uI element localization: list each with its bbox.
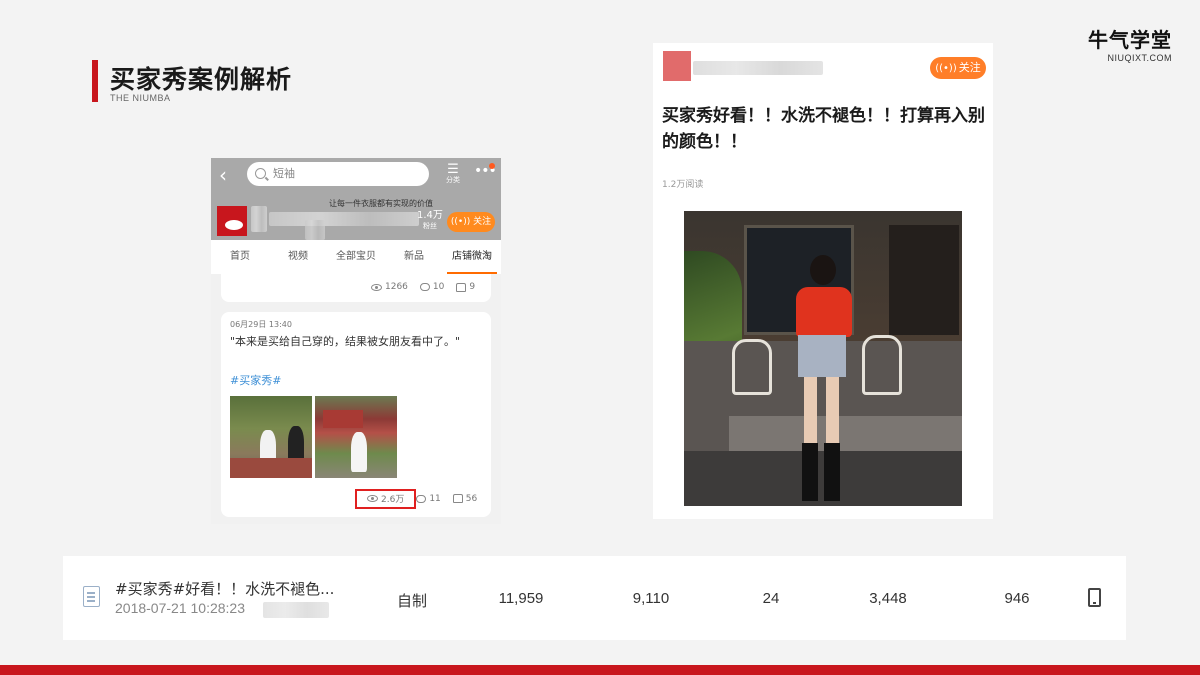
tab-shop-feed[interactable]: 店铺微淘 bbox=[443, 240, 501, 274]
search-placeholder: 短袖 bbox=[273, 167, 295, 180]
post-hashtag[interactable]: #买家秀# bbox=[230, 372, 281, 388]
tab-home[interactable]: 首页 bbox=[211, 240, 269, 274]
blurred-shop-badge bbox=[305, 220, 325, 240]
row-title[interactable]: #买家秀#好看！！水洗不褪色... bbox=[115, 578, 334, 599]
slide-subtitle: THE NIUMBA bbox=[110, 93, 171, 103]
comment-icon bbox=[416, 494, 427, 503]
author-avatar bbox=[663, 51, 691, 81]
back-arrow-icon[interactable]: ‹ bbox=[219, 164, 237, 186]
brand-name: 牛气学堂 bbox=[1088, 28, 1172, 52]
post-photo[interactable] bbox=[315, 396, 397, 478]
blurred-row-info bbox=[263, 602, 329, 618]
row-value-5: 946 bbox=[1004, 590, 1030, 607]
broadcast-icon: ((•)) bbox=[450, 217, 471, 227]
slide-title: 买家秀案例解析 bbox=[110, 65, 293, 94]
fans-count: 1.4万 粉丝 bbox=[417, 210, 443, 230]
follow-shop-button[interactable]: ((•)) 关注 bbox=[447, 212, 495, 232]
shop-logo bbox=[217, 206, 247, 236]
likes-stat[interactable]: 56 bbox=[452, 494, 477, 504]
post-stats: 2.6万 11 56 bbox=[367, 492, 477, 505]
thumbs-up-icon bbox=[456, 282, 467, 292]
tab-new[interactable]: 新品 bbox=[385, 240, 443, 274]
views-stat: 2.6万 bbox=[367, 492, 404, 505]
comments-stat[interactable]: 10 bbox=[419, 282, 444, 292]
article-reads: 1.2万阅读 bbox=[662, 180, 704, 190]
follow-author-button[interactable]: ((•)) 关注 bbox=[930, 57, 986, 79]
tab-video[interactable]: 视频 bbox=[269, 240, 327, 274]
notification-dot bbox=[489, 163, 495, 169]
post-text: "本来是买给自己穿的，结果被女朋友看中了。" bbox=[230, 335, 461, 348]
buyer-show-photo[interactable] bbox=[684, 211, 962, 506]
search-input[interactable]: 短袖 bbox=[247, 162, 429, 186]
comments-stat[interactable]: 11 bbox=[416, 494, 441, 504]
footer-accent-bar bbox=[0, 665, 1200, 675]
category-label: 分类 bbox=[446, 176, 460, 184]
document-icon bbox=[83, 586, 100, 607]
shop-slogan: 让每一件衣服都有实现的价值 bbox=[329, 199, 433, 208]
broadcast-icon: ((•)) bbox=[935, 63, 957, 74]
row-timestamp: 2018-07-21 10:28:23 bbox=[115, 600, 245, 616]
title-accent-bar bbox=[92, 60, 98, 102]
thumbs-up-icon bbox=[452, 494, 463, 503]
eye-icon bbox=[371, 283, 382, 291]
shop-header: ‹ 短袖 ☰ 分类 ••• 让每一件衣服都有实现的价值 1.4万 粉丝 ((•)… bbox=[211, 158, 501, 240]
table-row[interactable]: #买家秀#好看！！水洗不褪色... 2018-07-21 10:28:23 自制… bbox=[63, 556, 1126, 640]
article-screenshot: ((•)) 关注 买家秀好看！！水洗不褪色！！打算再入别的颜色！！ 1.2万阅读 bbox=[653, 43, 993, 519]
row-type: 自制 bbox=[397, 593, 428, 610]
shop-feed-screenshot: ‹ 短袖 ☰ 分类 ••• 让每一件衣服都有实现的价值 1.4万 粉丝 ((•)… bbox=[211, 158, 501, 524]
post-date: 06月29日 13:40 bbox=[230, 320, 292, 329]
likes-stat[interactable]: 9 bbox=[456, 282, 475, 292]
row-value-3: 24 bbox=[762, 590, 780, 607]
tab-all-items[interactable]: 全部宝贝 bbox=[327, 240, 385, 274]
blurred-author-name bbox=[693, 61, 823, 75]
brand-url: NIUQIXT.COM bbox=[1107, 53, 1172, 63]
previous-post-card: 1266 10 9 bbox=[221, 274, 491, 302]
blurred-shop-name bbox=[251, 206, 267, 232]
article-title: 买家秀好看！！水洗不褪色！！打算再入别的颜色！！ bbox=[662, 106, 985, 152]
post-photo[interactable] bbox=[230, 396, 312, 478]
search-icon bbox=[255, 168, 266, 179]
buyer-show-post-card[interactable]: 06月29日 13:40 "本来是买给自己穿的，结果被女朋友看中了。" #买家秀… bbox=[221, 312, 491, 517]
row-value-4: 3,448 bbox=[869, 590, 907, 607]
eye-icon bbox=[367, 495, 378, 502]
row-value-2: 9,110 bbox=[632, 590, 670, 607]
phone-icon bbox=[1088, 588, 1101, 607]
previous-post-stats: 1266 10 9 bbox=[371, 282, 475, 292]
shop-tabs: 首页 视频 全部宝贝 新品 店铺微淘 bbox=[211, 240, 501, 274]
row-value-1: 11,959 bbox=[498, 590, 544, 607]
views-stat: 1266 bbox=[371, 282, 408, 292]
blurred-shop-info bbox=[269, 212, 419, 226]
list-icon: ☰ bbox=[447, 162, 459, 177]
comment-icon bbox=[419, 283, 430, 291]
brand-logo: 牛气学堂 NIUQIXT.COM bbox=[1088, 24, 1172, 63]
category-button[interactable]: ☰ 分类 bbox=[443, 162, 463, 185]
